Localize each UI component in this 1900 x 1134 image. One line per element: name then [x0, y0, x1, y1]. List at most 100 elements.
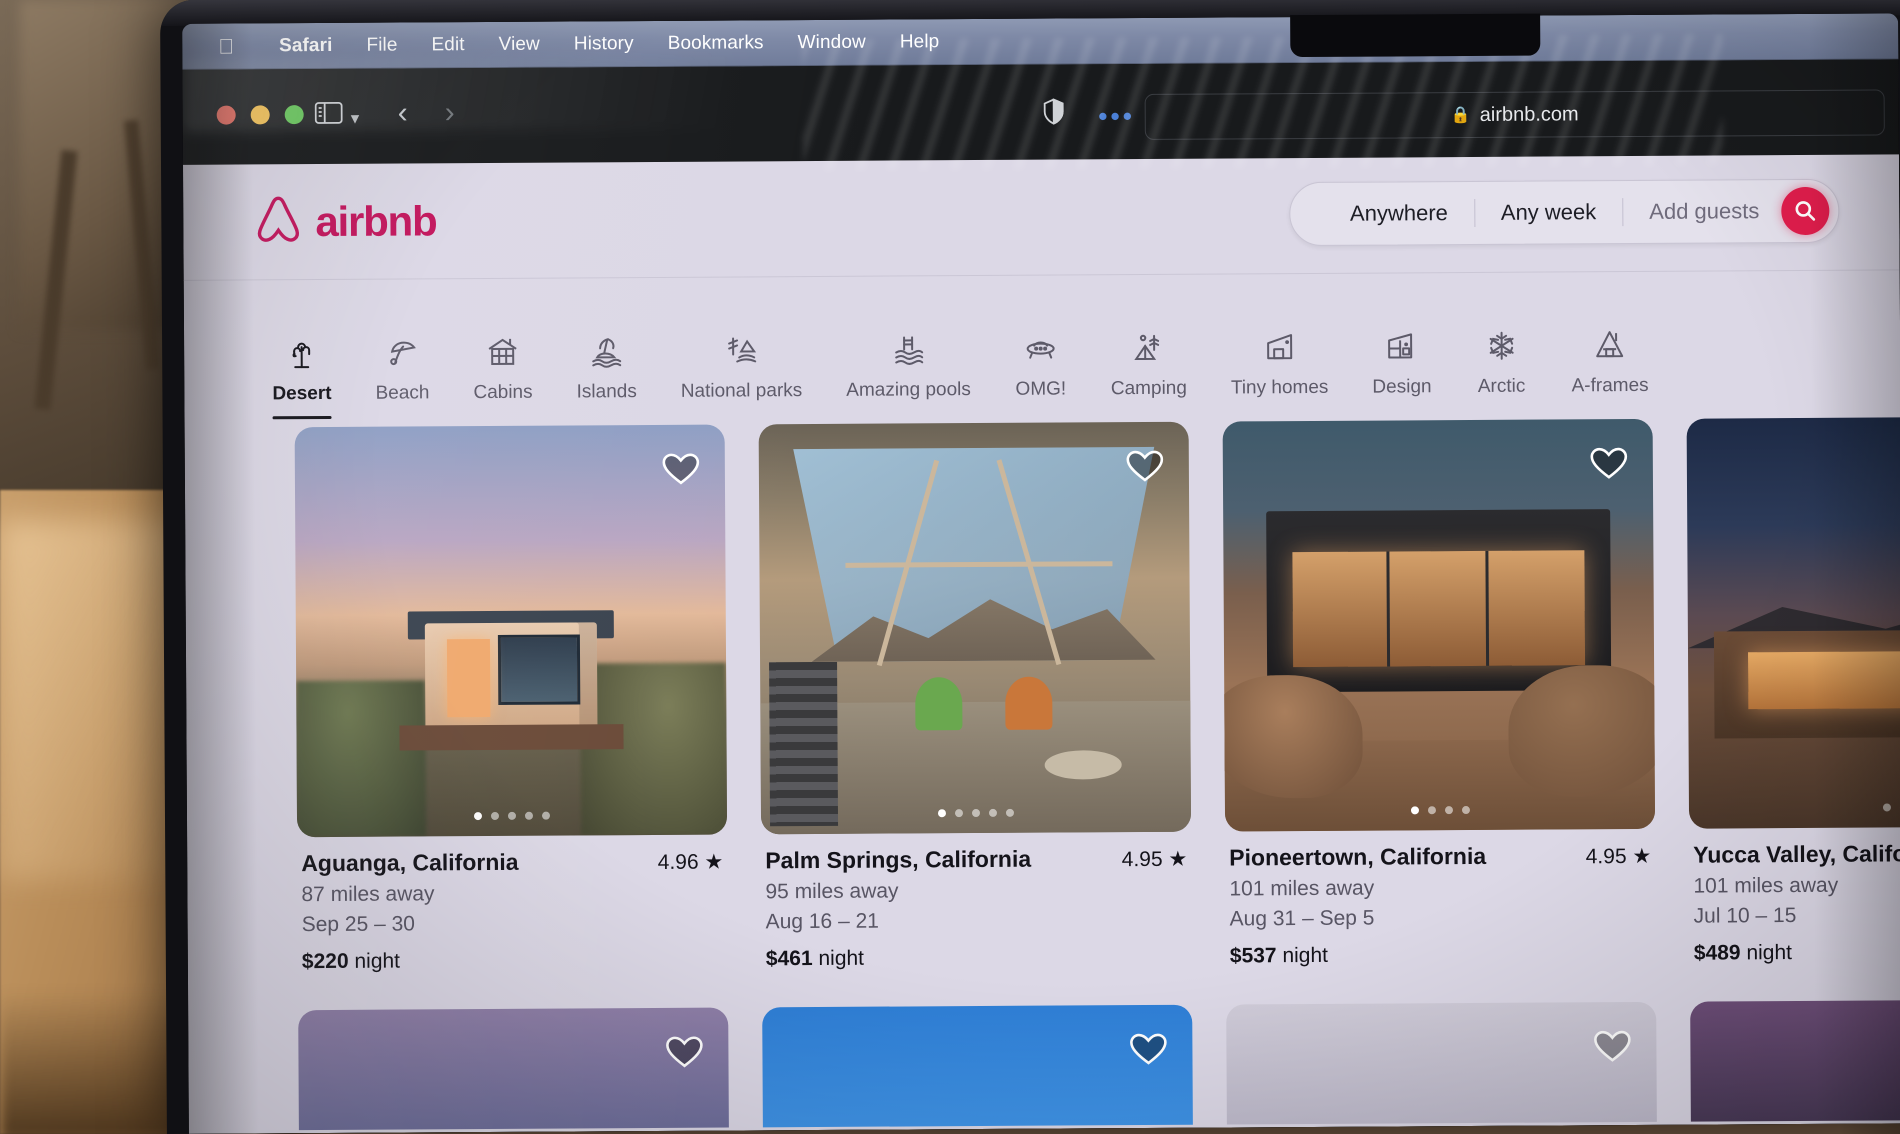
- category-a-frames[interactable]: A-frames: [1549, 325, 1671, 398]
- laptop-device:  Safari File Edit View History Bookmark…: [160, 0, 1900, 1134]
- heart-icon[interactable]: [1126, 1027, 1170, 1071]
- menu-item-history[interactable]: History: [557, 33, 651, 56]
- category-label: Camping: [1110, 377, 1187, 400]
- listing-photo[interactable]: [294, 424, 728, 838]
- heart-icon[interactable]: [659, 447, 703, 491]
- listing-price-unit: night: [1746, 941, 1793, 965]
- listing-distance: 87 miles away: [301, 882, 435, 907]
- maximize-window-button[interactable]: [284, 105, 304, 125]
- menu-item-window[interactable]: Window: [781, 32, 883, 55]
- listing-distance: 95 miles away: [765, 879, 899, 904]
- listing-card[interactable]: Palm Springs, California 4.95 ★ 95 miles…: [758, 421, 1192, 972]
- search-where-button[interactable]: Anywhere: [1324, 200, 1474, 227]
- minimize-window-button[interactable]: [250, 105, 270, 125]
- window-traffic-lights: [216, 105, 304, 125]
- category-label: Islands: [576, 381, 637, 403]
- listing-grid: Aguanga, California 4.96 ★ 87 miles away…: [184, 395, 1900, 974]
- listing-photo[interactable]: [1222, 418, 1656, 832]
- listing-photo[interactable]: [758, 421, 1192, 835]
- listing-price-unit: night: [818, 946, 865, 970]
- listing-price: $220 night: [302, 948, 724, 975]
- listing-title: Palm Springs, California: [765, 845, 1032, 874]
- chevron-right-icon[interactable]: ›: [445, 96, 455, 130]
- menu-item-file[interactable]: File: [349, 34, 414, 56]
- heart-icon[interactable]: [662, 1030, 706, 1074]
- listing-photo[interactable]: [1226, 1001, 1657, 1125]
- airbnb-logo[interactable]: airbnb: [255, 193, 437, 249]
- listing-info: Aguanga, California 4.96 ★ 87 miles away…: [297, 835, 728, 975]
- tent-icon: [1130, 328, 1167, 368]
- search-when-button[interactable]: Any week: [1475, 199, 1623, 226]
- lock-icon: 🔒: [1450, 106, 1471, 125]
- category-islands[interactable]: Islands: [554, 331, 659, 404]
- photo-carousel-dots[interactable]: [1689, 802, 1900, 813]
- listing-photo[interactable]: [762, 1004, 1193, 1128]
- category-camping[interactable]: Camping: [1088, 328, 1208, 401]
- category-beach[interactable]: Beach: [353, 332, 451, 405]
- heart-icon[interactable]: [1123, 444, 1167, 488]
- category-design[interactable]: Design: [1350, 326, 1454, 399]
- category-tiny-homes[interactable]: Tiny homes: [1209, 327, 1351, 400]
- category-label: Design: [1372, 376, 1432, 398]
- category-desert[interactable]: Desert: [250, 333, 354, 420]
- category-amazing-pools[interactable]: Amazing pools: [824, 329, 993, 402]
- address-bar-host: airbnb.com: [1479, 102, 1579, 126]
- beach-umbrella-icon: [384, 332, 421, 372]
- search-guests-input[interactable]: Add guests: [1623, 198, 1781, 225]
- category-arctic[interactable]: Arctic: [1453, 326, 1549, 399]
- snowflake-icon: [1483, 326, 1520, 366]
- category-label: Cabins: [473, 381, 533, 404]
- menu-item-bookmarks[interactable]: Bookmarks: [651, 32, 781, 55]
- address-bar[interactable]: 🔒 airbnb.com: [1144, 89, 1885, 140]
- mountain-trail-icon: [723, 330, 760, 370]
- chevron-left-icon[interactable]: ‹: [398, 96, 408, 130]
- listing-photo[interactable]: [298, 1007, 729, 1131]
- listing-title: Aguanga, California: [301, 848, 519, 877]
- heart-icon[interactable]: [1587, 441, 1631, 485]
- search-submit-button[interactable]: [1781, 186, 1830, 236]
- listing-title: Pioneertown, California: [1229, 842, 1487, 871]
- webpage-airbnb: airbnb Anywhere Any week Add guests Dese…: [183, 154, 1900, 1134]
- ufo-icon: [1022, 329, 1059, 369]
- apple-logo-icon[interactable]: : [218, 35, 234, 58]
- pool-ladder-icon: [890, 329, 927, 369]
- site-header: airbnb Anywhere Any week Add guests: [183, 154, 1900, 279]
- shield-icon[interactable]: [1043, 98, 1065, 129]
- chevron-down-icon[interactable]: ▾: [351, 109, 360, 129]
- menu-item-safari[interactable]: Safari: [262, 35, 350, 58]
- close-window-button[interactable]: [216, 105, 236, 125]
- category-national-parks[interactable]: National parks: [658, 330, 824, 403]
- sidebar-icon[interactable]: [314, 101, 343, 130]
- category-omg[interactable]: OMG!: [992, 328, 1088, 401]
- category-label: National parks: [680, 380, 803, 402]
- listing-price-unit: night: [1282, 943, 1329, 968]
- laptop-camera-notch: [1290, 13, 1541, 58]
- menu-item-help[interactable]: Help: [883, 31, 957, 53]
- ellipsis-icon[interactable]: ●●●: [1098, 106, 1135, 126]
- airbnb-belo-icon: [255, 194, 301, 249]
- heart-icon[interactable]: [1590, 1024, 1634, 1068]
- listing-price-amount: $489: [1693, 941, 1741, 965]
- listing-photo[interactable]: [1690, 999, 1900, 1122]
- listing-info: Pioneertown, California 4.95 ★ 101 miles…: [1225, 829, 1656, 969]
- listing-title: Yucca Valley, Californ: [1693, 840, 1900, 868]
- airbnb-wordmark: airbnb: [315, 196, 437, 245]
- listing-card[interactable]: Yucca Valley, Californ 101 miles away Ju…: [1686, 416, 1900, 966]
- category-label: A-frames: [1571, 374, 1649, 397]
- category-label: Arctic: [1477, 375, 1526, 397]
- listing-distance: 101 miles away: [1693, 873, 1839, 898]
- category-cabins[interactable]: Cabins: [451, 332, 555, 405]
- listing-card[interactable]: Aguanga, California 4.96 ★ 87 miles away…: [294, 424, 728, 975]
- listing-photo[interactable]: [1686, 416, 1900, 829]
- menu-item-edit[interactable]: Edit: [414, 34, 481, 56]
- search-bar[interactable]: Anywhere Any week Add guests: [1288, 178, 1840, 247]
- listing-dates: Sep 25 – 30: [301, 912, 415, 937]
- active-category-underline: [272, 415, 332, 420]
- listing-price-unit: night: [354, 949, 401, 973]
- menu-item-view[interactable]: View: [482, 34, 557, 56]
- photo-scene:  Safari File Edit View History Bookmark…: [0, 0, 1900, 1134]
- a-frame-icon: [1591, 325, 1628, 365]
- listing-card[interactable]: Pioneertown, California 4.95 ★ 101 miles…: [1222, 418, 1656, 969]
- listing-rating: 4.95 ★: [1585, 844, 1652, 869]
- category-label: Beach: [375, 382, 430, 404]
